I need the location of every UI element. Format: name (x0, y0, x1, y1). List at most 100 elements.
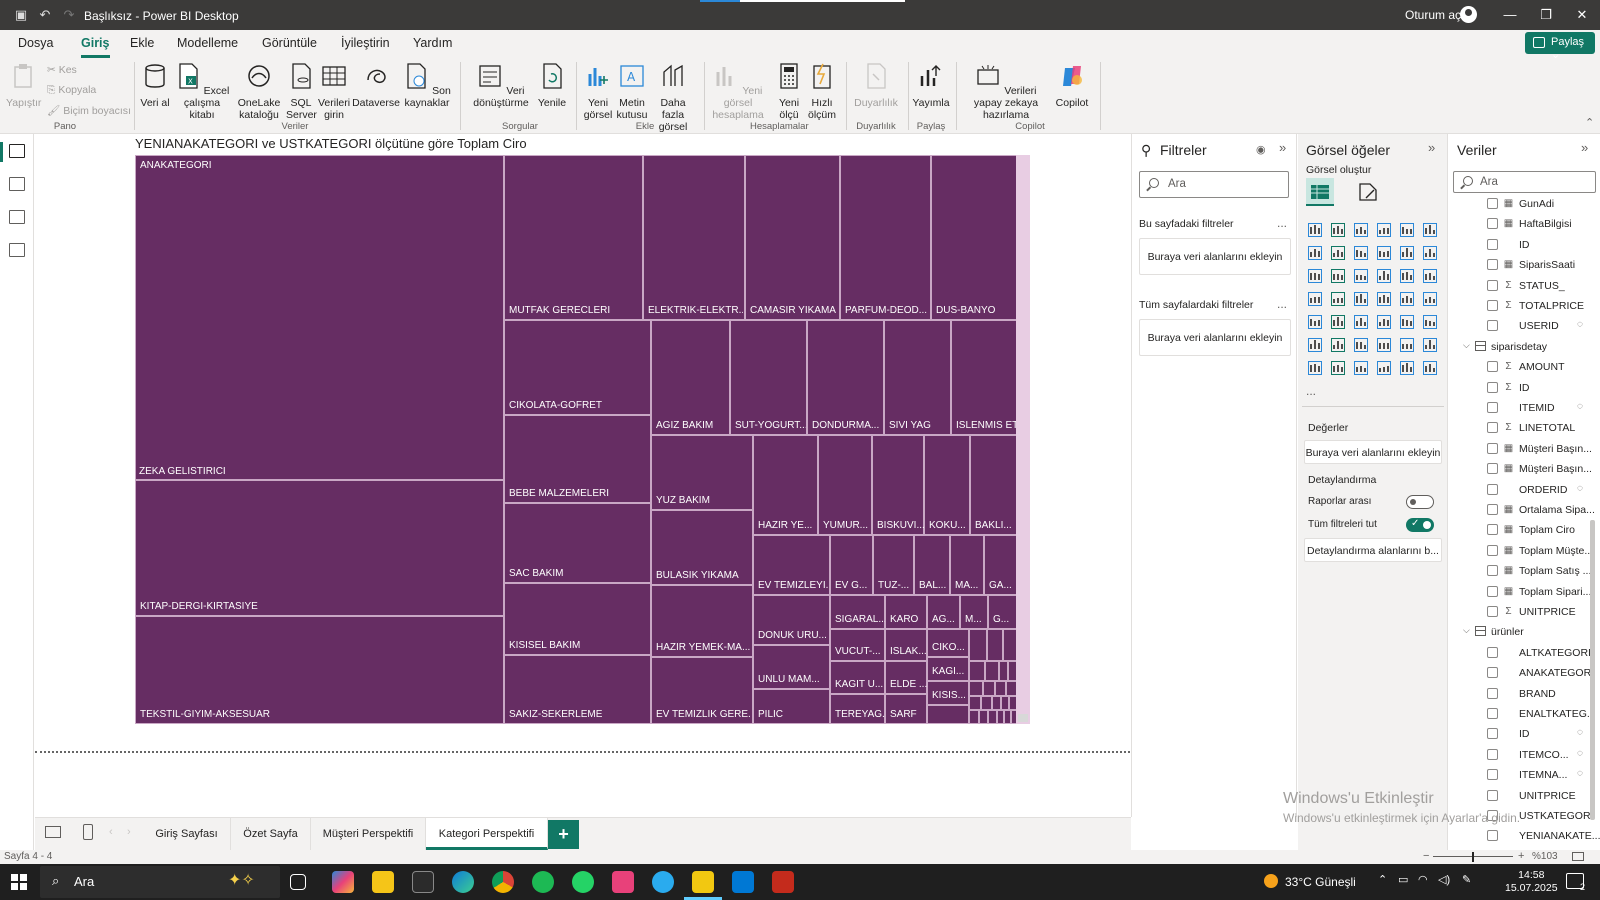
field-checkbox[interactable] (1487, 442, 1498, 454)
share-button[interactable]: Paylaş ⌄ (1525, 32, 1595, 61)
treemap-tile[interactable]: EV TEMIZLEYI... (753, 535, 830, 595)
page-tab-giris[interactable]: Giriş Sayfası (143, 818, 231, 850)
more-visuals-dots[interactable]: ... (1306, 384, 1316, 398)
treemap-tile[interactable]: CIKOLATA-GOFRET (504, 320, 651, 415)
field-checkbox[interactable] (1487, 218, 1498, 230)
field-item[interactable]: ▦ Ortalama Sipa... (1449, 500, 1600, 520)
treemap-tile[interactable]: ELEKTRIK-ELEKTR... (643, 155, 745, 320)
clustered-column-icon[interactable] (1376, 222, 1392, 238)
scatter-icon[interactable] (1353, 268, 1369, 284)
filled-map-icon[interactable] (1330, 291, 1346, 307)
new-visual-button[interactable]: Yeni görsel (582, 62, 614, 121)
new-measure-button[interactable]: Yeni ölçü (774, 62, 804, 121)
field-checkbox[interactable] (1487, 422, 1498, 434)
treemap-tile[interactable]: VUCUT-... (830, 629, 885, 661)
treemap-tile[interactable]: CIKO... (927, 629, 969, 657)
field-checkbox[interactable] (1487, 300, 1498, 311)
stacked-column-icon[interactable] (1330, 222, 1346, 238)
treemap-tile[interactable] (1003, 629, 1017, 661)
treemap-tile[interactable]: GA... (984, 535, 1017, 595)
treemap-tile[interactable]: M... (960, 595, 988, 629)
publish-button[interactable]: Yayımla (912, 62, 950, 109)
visual-scroll-strip[interactable] (1016, 155, 1030, 724)
zoom-thumb[interactable] (1472, 852, 1474, 862)
tab-goruntule[interactable]: Görüntüle (262, 36, 317, 50)
prev-page-icon[interactable]: ‹ (109, 826, 113, 838)
field-item[interactable]: ALTKATEGORI (1449, 643, 1600, 663)
treemap-tile[interactable] (969, 629, 987, 661)
store-icon[interactable] (412, 871, 434, 893)
tab-yardim[interactable]: Yardım (413, 36, 452, 50)
treemap-tile[interactable] (985, 661, 999, 681)
field-checkbox[interactable] (1487, 544, 1498, 556)
matrix-icon[interactable] (1399, 314, 1415, 330)
treemap-tile[interactable]: PARFUM-DEOD... (840, 155, 931, 320)
report-view-icon[interactable] (9, 144, 25, 158)
desktop-layout-icon[interactable] (45, 826, 61, 838)
values-dropzone[interactable]: Buraya veri alanlarını ekleyin (1304, 440, 1442, 464)
recent-sources-button[interactable]: Son kaynaklar (402, 62, 452, 109)
power-apps-icon[interactable] (1330, 360, 1346, 376)
undo-icon[interactable]: ↶ (36, 6, 54, 24)
sql-button[interactable]: SQL Server (286, 62, 317, 121)
taskbar-search-input[interactable]: ⌕ Ara ✦✧ (40, 866, 280, 898)
task-view-icon[interactable] (290, 874, 306, 890)
field-checkbox[interactable] (1487, 381, 1498, 393)
donut-icon[interactable] (1399, 268, 1415, 284)
field-item[interactable]: ITEMCO... ◌ (1449, 745, 1600, 765)
field-item[interactable]: ITEMID ◌ (1449, 398, 1600, 418)
field-checkbox[interactable] (1487, 524, 1498, 536)
narrative-icon[interactable] (1399, 337, 1415, 353)
close-icon[interactable]: ✕ (1572, 6, 1592, 24)
pie-icon[interactable] (1376, 268, 1392, 284)
field-checkbox[interactable] (1487, 789, 1498, 801)
field-item[interactable]: Σ TOTALPRICE (1449, 296, 1600, 316)
treemap-tile[interactable]: KITAP-DERGI-KIRTASIYE (135, 480, 504, 616)
pen-icon[interactable]: ✎ (1462, 873, 1471, 886)
field-item[interactable]: Σ LINETOTAL (1449, 418, 1600, 438)
field-checkbox[interactable] (1487, 361, 1498, 373)
this-page-dropzone[interactable]: Buraya veri alanlarını ekleyin (1139, 238, 1291, 275)
tray-chevron-icon[interactable]: ⌃ (1378, 873, 1387, 886)
treemap-tile[interactable] (927, 705, 969, 724)
decomp-tree-icon[interactable] (1353, 337, 1369, 353)
field-item[interactable]: ITEMNA... ◌ (1449, 765, 1600, 785)
treemap-tile[interactable]: SAC BAKIM (504, 503, 651, 583)
field-checkbox[interactable] (1487, 606, 1498, 617)
keep-filters-toggle[interactable]: ✓ (1406, 518, 1434, 532)
get-data-button[interactable]: Veri al (140, 62, 170, 109)
treemap-tile[interactable]: TEKSTIL-GIYIM-AKSESUAR (135, 616, 504, 724)
treemap-tile[interactable] (992, 696, 1001, 710)
treemap-tile[interactable]: KAGIT U... (830, 661, 885, 694)
r-visual-icon[interactable] (1422, 314, 1438, 330)
treemap-tile[interactable]: DONDURMA... (807, 320, 884, 435)
treemap-tile[interactable] (987, 629, 1003, 661)
treemap-tile[interactable] (999, 661, 1008, 681)
card-icon[interactable] (1422, 291, 1438, 307)
app-icon[interactable] (612, 871, 634, 893)
field-item[interactable]: Σ ID (1449, 378, 1600, 398)
field-item[interactable]: ▦ Toplam Müşte... (1449, 541, 1600, 561)
treemap-tile[interactable]: ISLAK... (885, 629, 927, 661)
chevron-down-icon[interactable]: ⌵ (1463, 340, 1470, 351)
treemap-tile[interactable]: SIGARAL... (830, 595, 885, 629)
field-checkbox[interactable] (1487, 402, 1498, 413)
field-item[interactable]: YENIANAKATE... (1449, 826, 1600, 846)
table-item[interactable]: ⌵ ürünler (1449, 622, 1600, 642)
dax-view-icon[interactable] (9, 243, 25, 257)
treemap-tile[interactable]: KARO (885, 595, 927, 629)
page-tab-ozet[interactable]: Özet Sayfa (231, 818, 311, 850)
field-item[interactable]: ID ◌ (1449, 724, 1600, 744)
line-clustered-icon[interactable] (1422, 245, 1438, 261)
table-icon[interactable] (1376, 314, 1392, 330)
excel-button[interactable]: X Excel çalışma kitabı (172, 62, 232, 121)
treemap-tile[interactable]: YUMUR... (818, 435, 872, 535)
battery-icon[interactable]: ▭ (1398, 873, 1408, 886)
treemap-tile[interactable]: EV G... (830, 535, 873, 595)
cross-report-toggle[interactable] (1406, 495, 1434, 509)
zoom-in-icon[interactable]: + (1518, 850, 1524, 862)
tab-modelleme[interactable]: Modelleme (177, 36, 238, 50)
treemap-tile[interactable]: SARF (885, 694, 927, 724)
diamond-icon[interactable] (1399, 360, 1415, 376)
table-item[interactable]: ⌵ siparisdetay (1449, 337, 1600, 357)
